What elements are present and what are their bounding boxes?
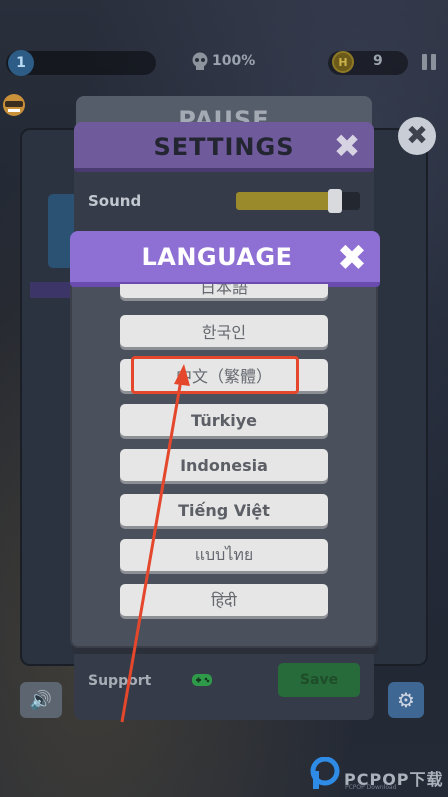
coin-count: 9: [373, 53, 383, 69]
language-option-korean[interactable]: 한국인: [120, 315, 328, 347]
sound-slider-handle[interactable]: [328, 189, 342, 213]
level-badge: 1: [8, 50, 34, 76]
player-avatar: [3, 94, 25, 116]
pause-icon[interactable]: [418, 52, 440, 74]
top-hud: 1 100% H 9: [0, 48, 448, 78]
coin-icon: H: [332, 51, 354, 73]
sound-slider-fill: [236, 192, 335, 210]
settings-close-icon[interactable]: ✖: [330, 129, 364, 163]
progress-percent: 100%: [212, 53, 256, 69]
speaker-icon[interactable]: 🔊: [20, 682, 62, 718]
save-button[interactable]: Save: [278, 663, 360, 697]
skull-icon: [192, 52, 208, 70]
settings-title: SETTINGS: [153, 133, 295, 161]
language-title: LANGUAGE: [141, 243, 293, 271]
language-option-japanese[interactable]: 日本語: [120, 284, 328, 298]
pause-close-icon[interactable]: ✖: [398, 117, 436, 155]
gear-icon[interactable]: ⚙: [388, 682, 424, 718]
sound-label: Sound: [88, 192, 142, 210]
language-close-icon[interactable]: ✖: [334, 239, 370, 279]
watermark-subtext: PCPOP Download: [345, 784, 397, 791]
pointer-arrow-annotation: [120, 364, 190, 723]
watermark-logo: [310, 757, 340, 789]
